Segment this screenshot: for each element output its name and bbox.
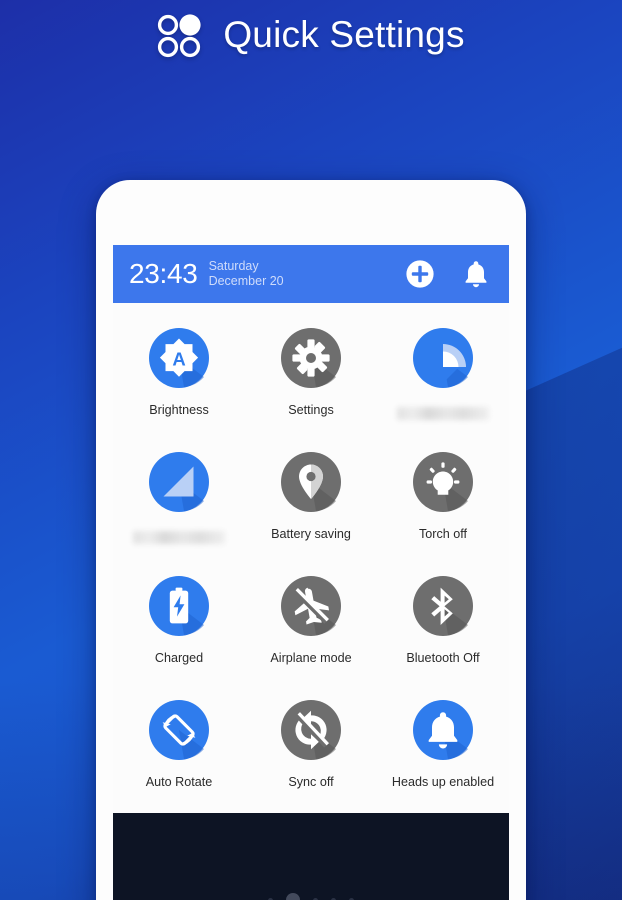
pagination-dots[interactable]: [113, 893, 509, 900]
tile-wifi[interactable]: Wi-Fi: [377, 319, 509, 443]
quick-settings-tiles-panel: A Brightness Settings Battery saving Tor…: [113, 303, 509, 813]
tile-label: Charged: [154, 651, 204, 665]
tile-sync[interactable]: Sync off: [245, 691, 377, 815]
signal-triangle-icon: [146, 449, 212, 515]
plus-circle-icon[interactable]: [405, 259, 435, 289]
clock-time: 23:43: [129, 258, 198, 289]
tile-label: Sync off: [288, 775, 334, 789]
tile-label: Heads up enabled: [391, 775, 495, 789]
tile-airplane-mode[interactable]: Airplane mode: [245, 567, 377, 691]
clock-date: Saturday December 20: [209, 259, 284, 289]
tile-label: Battery saving: [271, 527, 351, 541]
sync-off-icon: [278, 697, 344, 763]
clock-date-label: December 20: [208, 274, 284, 288]
bell-icon: [410, 697, 476, 763]
wifi-icon: [410, 325, 476, 391]
gear-icon: [278, 325, 344, 391]
tile-label: Airplane mode: [270, 651, 352, 665]
tile-label: Settings: [288, 403, 334, 417]
bluetooth-icon: [410, 573, 476, 639]
lightbulb-icon: [410, 449, 476, 515]
tiles-grid: A Brightness Settings Battery saving Tor…: [113, 319, 509, 815]
phone-mockup: 23:43 Saturday December 20 A Brightness …: [96, 180, 526, 900]
svg-text:A: A: [172, 348, 185, 369]
phone-screen: 23:43 Saturday December 20 A Brightness …: [113, 245, 509, 900]
tile-heads-up[interactable]: Heads up enabled: [377, 691, 509, 815]
airplane-off-icon: [278, 573, 344, 639]
tile-brightness[interactable]: A Brightness: [113, 319, 245, 443]
page-dot-active[interactable]: [286, 893, 300, 900]
screenshot-root: Quick Settings 23:43 Saturday December 2…: [0, 0, 622, 900]
screen-rotation-icon: [146, 697, 212, 763]
auto-brightness-icon: A: [146, 325, 212, 391]
tile-label: Torch off: [418, 527, 468, 541]
clock-day-label: Saturday: [208, 259, 259, 273]
tile-settings[interactable]: Settings: [245, 319, 377, 443]
tile-battery[interactable]: Charged: [113, 567, 245, 691]
tile-mobile-data[interactable]: Mobile data: [113, 443, 245, 567]
tile-label: Bluetooth Off: [406, 651, 480, 665]
tile-label: Wi-Fi: [397, 407, 489, 420]
tile-auto-rotate[interactable]: Auto Rotate: [113, 691, 245, 815]
tile-battery-saving[interactable]: Battery saving: [245, 443, 377, 567]
tile-label: Mobile data: [133, 531, 225, 544]
quick-settings-header: 23:43 Saturday December 20: [113, 245, 509, 303]
app-title-bar: Quick Settings: [0, 14, 622, 58]
page-title: Quick Settings: [223, 14, 465, 55]
location-pin-icon: [278, 449, 344, 515]
tile-label: Auto Rotate: [145, 775, 213, 789]
battery-charging-icon: [146, 573, 212, 639]
tile-label: Brightness: [149, 403, 209, 417]
tile-bluetooth[interactable]: Bluetooth Off: [377, 567, 509, 691]
four-circles-logo-icon: [158, 14, 201, 58]
tile-torch[interactable]: Torch off: [377, 443, 509, 567]
home-screen-nav-area: [113, 813, 509, 900]
bell-icon[interactable]: [463, 259, 489, 289]
